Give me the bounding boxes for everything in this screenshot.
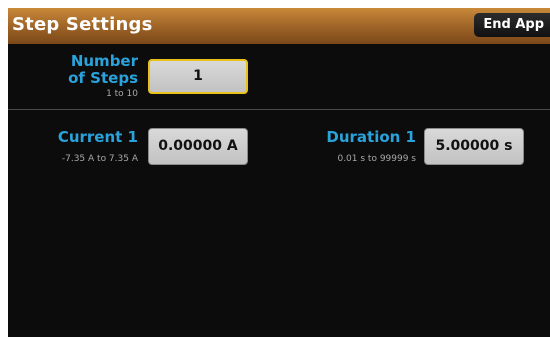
steps-label-line1: Number [70,52,138,70]
current-value-button[interactable]: 0.00000 A [148,128,248,165]
section-divider [8,109,550,110]
app-screen: Step Settings End App Number of Steps 1 … [8,8,550,337]
steps-label: Number of Steps [18,53,138,87]
current-label: Current 1 [57,128,138,146]
end-app-button[interactable]: End App [474,13,550,37]
steps-value-button[interactable]: 1 [148,59,248,94]
duration-value-button[interactable]: 5.00000 s [424,128,524,165]
page-title: Step Settings [12,14,153,35]
duration-range: 0.01 s to 99999 s [337,154,416,164]
steps-label-line2: of Steps [68,69,138,87]
title-bar: Step Settings End App [8,8,550,44]
duration-label: Duration 1 [326,128,416,146]
current-range: -7.35 A to 7.35 A [61,154,138,164]
steps-range: 1 to 10 [106,89,138,99]
